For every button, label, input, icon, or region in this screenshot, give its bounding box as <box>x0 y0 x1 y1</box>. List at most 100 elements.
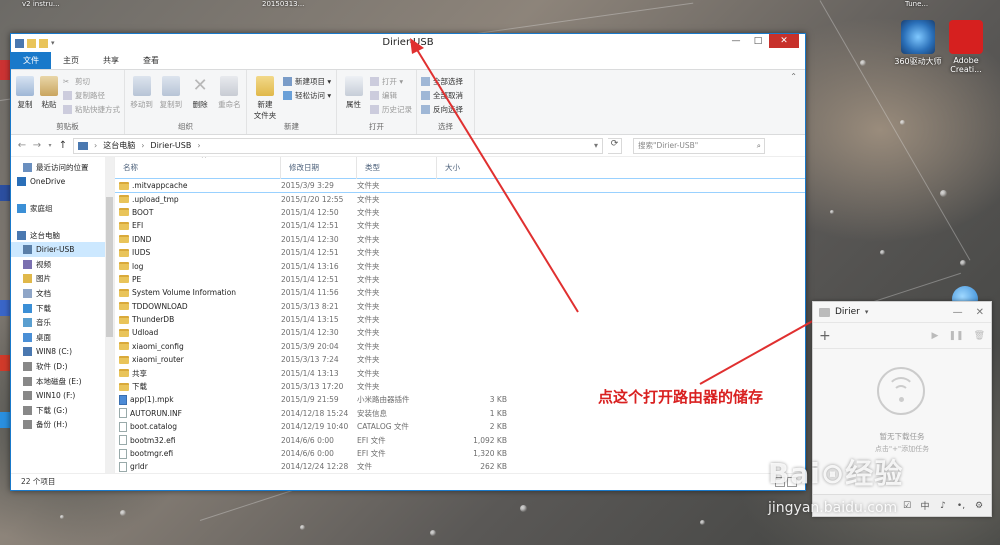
trash-button[interactable]: 🗑 <box>974 331 985 341</box>
rename-button[interactable]: 重命名 <box>217 74 242 122</box>
file-list[interactable]: ^ 名称 修改日期 类型 大小 .mitvappcache 2015/3/9 3:… <box>115 157 805 473</box>
nav-item[interactable]: 家庭组 <box>11 201 114 216</box>
paste-shortcut-button[interactable]: 粘贴快捷方式 <box>63 104 120 115</box>
new-folder-button[interactable]: 新建 文件夹 <box>251 74 279 122</box>
breadcrumb-this-pc[interactable]: 这台电脑 <box>103 140 135 151</box>
desktop-edge-icon-1[interactable] <box>0 60 10 80</box>
nav-item[interactable]: OneDrive <box>11 175 114 190</box>
table-row[interactable]: System Volume Information 2015/1/4 11:56 文… <box>115 286 805 299</box>
column-size[interactable]: 大小 <box>437 157 507 179</box>
table-row[interactable]: bootm32.efi 2014/6/6 0:00 EFI 文件 1,092 KB <box>115 433 805 446</box>
table-row[interactable]: .upload_tmp 2015/1/20 12:55 文件夹 <box>115 192 805 205</box>
nav-item[interactable]: 备份 (H:) <box>11 418 114 433</box>
cut-button[interactable]: ✂ 剪切 <box>63 76 120 87</box>
start-button[interactable]: ▶ <box>932 331 939 341</box>
column-type[interactable]: 类型 <box>357 157 437 179</box>
open-button[interactable]: 打开 ▾ <box>370 76 412 87</box>
desktop-edge-icon-2[interactable] <box>0 185 10 201</box>
desktop-top-label-3[interactable]: Tune... <box>905 0 928 8</box>
forward-button[interactable]: → <box>32 140 42 151</box>
title-bar[interactable]: ▾ Dirier-USB — □ ✕ <box>11 34 805 52</box>
table-row[interactable]: xiaomi_config 2015/3/9 20:04 文件夹 <box>115 340 805 353</box>
table-row[interactable]: log 2015/1/4 13:16 文件夹 <box>115 259 805 272</box>
explorer-window[interactable]: ▾ Dirier-USB — □ ✕ 文件 主页 共享 查看 复制 粘贴 ✂ 剪切 <box>10 33 806 491</box>
checkbox-icon[interactable]: ☑ <box>901 501 913 511</box>
table-row[interactable]: 共享 2015/1/4 13:13 文件夹 <box>115 366 805 379</box>
dirier-dropdown-icon[interactable]: ▾ <box>865 308 869 316</box>
column-date[interactable]: 修改日期 <box>281 157 357 179</box>
select-all-button[interactable]: 全部选择 <box>421 76 463 87</box>
maximize-button[interactable]: □ <box>747 34 769 48</box>
properties-button[interactable]: 属性 <box>341 74 366 122</box>
table-row[interactable]: TDDOWNLOAD 2015/3/13 8:21 文件夹 <box>115 300 805 313</box>
paste-button[interactable]: 粘贴 <box>39 74 59 122</box>
column-name[interactable]: 名称 <box>115 157 281 179</box>
copy-path-button[interactable]: 复制路径 <box>63 90 120 101</box>
select-none-button[interactable]: 全部取消 <box>421 90 463 101</box>
table-row[interactable]: PE 2015/1/4 12:51 文件夹 <box>115 273 805 286</box>
table-row[interactable]: Udload 2015/1/4 12:30 文件夹 <box>115 326 805 339</box>
music-icon[interactable]: ♪ <box>937 501 949 511</box>
nav-item[interactable]: 图片 <box>11 272 114 287</box>
table-row[interactable]: IUDS 2015/1/4 12:51 文件夹 <box>115 246 805 259</box>
delete-button[interactable]: ✕ 删除 <box>188 74 213 122</box>
panel-close-button[interactable]: ✕ <box>976 307 984 318</box>
desktop-edge-icon-3[interactable] <box>0 300 10 316</box>
up-button[interactable]: ↑ <box>58 140 68 151</box>
nav-item[interactable]: 文档 <box>11 286 114 301</box>
nav-scrollbar[interactable] <box>105 157 114 473</box>
table-row[interactable]: boot.catalog 2014/12/19 10:40 CATALOG 文件 2 … <box>115 420 805 433</box>
search-input[interactable]: 搜索"Dirier-USB" ⌕ <box>633 137 765 154</box>
refresh-button[interactable]: ⟳ <box>608 137 622 154</box>
table-row[interactable]: .mitvappcache 2015/3/9 3:29 文件夹 <box>115 177 805 194</box>
nav-item[interactable]: 本地磁盘 (E:) <box>11 374 114 389</box>
tab-view[interactable]: 查看 <box>131 52 171 69</box>
recent-dropdown-icon[interactable]: ▾ <box>47 142 53 149</box>
table-row[interactable]: IDND 2015/1/4 12:30 文件夹 <box>115 233 805 246</box>
easy-access-button[interactable]: 轻松访问 ▾ <box>283 90 331 101</box>
desktop-edge-icon-4[interactable] <box>0 355 10 371</box>
nav-item[interactable]: WIN10 (F:) <box>11 388 114 403</box>
address-dropdown-icon[interactable]: ▾ <box>594 141 598 150</box>
desktop-top-label-2[interactable]: 20150313... <box>262 0 304 8</box>
desktop-icon-adobe[interactable]: Adobe Creati... <box>938 20 994 74</box>
ime-icon[interactable]: 中 <box>919 499 931 512</box>
minimize-button[interactable]: — <box>725 34 747 48</box>
edit-button[interactable]: 编辑 <box>370 90 412 101</box>
table-row[interactable]: BOOT 2015/1/4 12:50 文件夹 <box>115 206 805 219</box>
nav-item[interactable]: 下载 <box>11 301 114 316</box>
tab-file[interactable]: 文件 <box>11 52 51 69</box>
table-row[interactable]: ThunderDB 2015/1/4 13:15 文件夹 <box>115 313 805 326</box>
close-button[interactable]: ✕ <box>769 34 799 48</box>
history-button[interactable]: 历史记录 <box>370 104 412 115</box>
nav-item[interactable]: WIN8 (C:) <box>11 345 114 360</box>
nav-item[interactable]: 软件 (D:) <box>11 359 114 374</box>
nav-item[interactable]: 这台电脑 <box>11 228 114 243</box>
add-task-button[interactable]: + <box>819 328 831 344</box>
move-to-button[interactable]: 移动到 <box>129 74 154 122</box>
table-row[interactable]: bootmgr.efi 2014/6/6 0:00 EFI 文件 1,320 KB <box>115 447 805 460</box>
dirier-panel-header[interactable]: Dirier ▾ — ✕ <box>813 302 991 323</box>
tab-home[interactable]: 主页 <box>51 52 91 69</box>
breadcrumb-dirier-usb[interactable]: Dirier-USB <box>150 141 191 150</box>
table-row[interactable]: xiaomi_router 2015/3/13 7:24 文件夹 <box>115 353 805 366</box>
address-path[interactable]: › 这台电脑 › Dirier-USB › ▾ <box>73 137 603 154</box>
nav-item[interactable]: 桌面 <box>11 330 114 345</box>
nav-item[interactable]: Dirier-USB <box>11 242 114 257</box>
panel-minimize-button[interactable]: — <box>953 307 963 318</box>
desktop-top-label-1[interactable]: v2 instru... <box>22 0 60 8</box>
table-row[interactable]: grldr 2014/12/24 12:28 文件 262 KB <box>115 460 805 473</box>
navigation-pane[interactable]: 最近访问的位置 OneDrive 家庭组 这台电脑 Dirier-USB 视频 图片 文档下… <box>11 157 115 473</box>
settings-icon[interactable]: ⚙ <box>973 501 985 511</box>
nav-item[interactable]: 最近访问的位置 <box>11 160 114 175</box>
dirier-panel-title[interactable]: Dirier <box>835 307 860 317</box>
nav-item[interactable]: 视频 <box>11 257 114 272</box>
nav-item[interactable]: 下载 (G:) <box>11 403 114 418</box>
table-row[interactable]: EFI 2015/1/4 12:51 文件夹 <box>115 219 805 232</box>
new-item-button[interactable]: 新建项目 ▾ <box>283 76 331 87</box>
desktop-edge-icon-5[interactable] <box>0 412 10 428</box>
table-row[interactable]: AUTORUN.INF 2014/12/18 15:24 安装信息 1 KB <box>115 407 805 420</box>
dots-icon[interactable]: •, <box>955 501 967 511</box>
pause-button[interactable]: ❚❚ <box>948 331 963 341</box>
nav-item[interactable]: 音乐 <box>11 315 114 330</box>
